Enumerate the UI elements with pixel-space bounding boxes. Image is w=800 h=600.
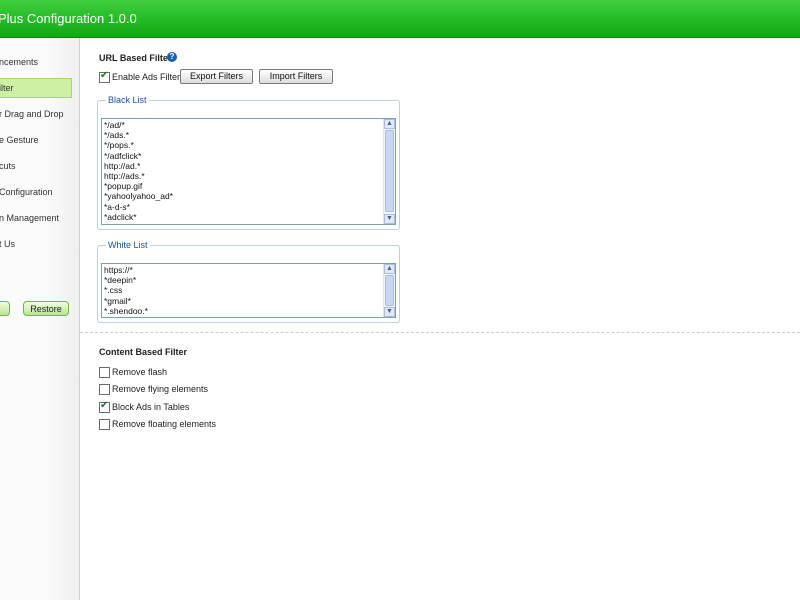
enable-ads-filter-label: Enable Ads Filter <box>112 72 181 82</box>
restore-button[interactable]: Restore <box>23 301 69 316</box>
remove-floating-elements-label: Remove floating elements <box>112 419 217 429</box>
export-filters-button[interactable]: Export Filters <box>180 69 253 84</box>
section-divider <box>80 332 800 333</box>
scroll-thumb[interactable] <box>385 130 394 212</box>
main-panel: URL Based Filter ? ✔ Enable Ads Filter E… <box>80 38 800 600</box>
checkbox-box[interactable]: ✔ <box>99 70 110 83</box>
checkbox-box[interactable] <box>99 367 110 378</box>
list-item[interactable]: http://ad.* <box>104 161 173 171</box>
sidebar-item-label: t Us <box>0 239 16 249</box>
sidebar-item-label: Configuration <box>0 187 53 197</box>
white-list-title: White List <box>106 240 150 250</box>
checkbox-box[interactable] <box>99 419 110 430</box>
list-item[interactable]: */pops.* <box>104 140 173 150</box>
black-list-items: */ad/* */ads.* */pops.* */adfclick* http://a… <box>104 120 173 222</box>
list-item[interactable]: *yahoolyahoo_ad* <box>104 191 173 201</box>
url-filter-title: URL Based Filter <box>99 53 172 63</box>
list-item[interactable]: http://ads.* <box>104 171 173 181</box>
title-bar: Plus Configuration 1.0.0 <box>0 0 800 38</box>
list-item[interactable]: *a-d-s* <box>104 202 173 212</box>
white-list-scrollbar[interactable]: ▲ ▼ <box>383 264 395 317</box>
scroll-up-icon[interactable]: ▲ <box>384 119 395 129</box>
remove-floating-elements-checkbox[interactable]: Remove floating elements <box>99 419 249 431</box>
block-ads-in-tables-label: Block Ads in Tables <box>112 402 190 412</box>
question-icon[interactable]: ? <box>167 52 177 62</box>
scroll-down-icon[interactable]: ▼ <box>384 214 395 224</box>
content-filter-title: Content Based Filter <box>99 347 188 357</box>
list-item[interactable]: */ads.* <box>104 130 173 140</box>
checkbox-box[interactable] <box>99 384 110 395</box>
black-list-title: Black List <box>106 95 149 105</box>
sidebar-item-enhancements[interactable]: ncements <box>0 52 72 72</box>
enable-ads-filter-checkbox[interactable]: ✔ Enable Ads Filter <box>99 70 181 84</box>
sidebar-item-label: ncements <box>0 57 39 67</box>
white-list-group: White List https://* *deepin* *.css *gmail*… <box>97 240 400 323</box>
sidebar-item-ads-filter[interactable]: ilter <box>0 78 72 98</box>
list-item[interactable]: */ad/* <box>104 120 173 130</box>
sidebar: ncements ilter r Drag and Drop e Gesture… <box>0 38 80 600</box>
sidebar-item-label: r Drag and Drop <box>0 109 64 119</box>
list-item[interactable]: https://* <box>104 265 148 275</box>
white-list-box[interactable]: https://* *deepin* *.css *gmail* *.shendoo.*… <box>101 263 396 318</box>
sidebar-item-configuration[interactable]: Configuration <box>0 182 72 202</box>
black-list-scrollbar[interactable]: ▲ ▼ <box>383 119 395 224</box>
black-list-box[interactable]: */ad/* */ads.* */pops.* */adfclick* http://a… <box>101 118 396 225</box>
list-item[interactable]: *adclick* <box>104 212 173 222</box>
white-list-items: https://* *deepin* *.css *gmail* *.shendoo.* <box>104 265 148 316</box>
scroll-thumb[interactable] <box>385 275 394 306</box>
checkmark-icon: ✔ <box>100 400 109 411</box>
remove-flash-label: Remove flash <box>112 367 168 377</box>
window-title: Plus Configuration 1.0.0 <box>0 11 137 26</box>
sidebar-item-about-us[interactable]: t Us <box>0 234 72 254</box>
list-item[interactable]: *.css <box>104 285 148 295</box>
sidebar-item-shortcuts[interactable]: cuts <box>0 156 72 176</box>
sidebar-item-label: ilter <box>0 83 14 93</box>
remove-flying-elements-checkbox[interactable]: Remove flying elements <box>99 384 249 396</box>
sidebar-item-label: n Management <box>0 213 60 223</box>
sidebar-item-mouse-gesture[interactable]: e Gesture <box>0 130 72 150</box>
black-list-group: Black List */ad/* */ads.* */pops.* */adfcli… <box>97 95 400 230</box>
sidebar-item-label: cuts <box>0 161 16 171</box>
list-item[interactable]: *gmail* <box>104 296 148 306</box>
import-filters-button[interactable]: Import Filters <box>259 69 333 84</box>
checkbox-box[interactable]: ✔ <box>99 400 110 413</box>
checkmark-icon: ✔ <box>100 70 109 81</box>
block-ads-in-tables-checkbox[interactable]: ✔ Block Ads in Tables <box>99 400 249 414</box>
save-button[interactable] <box>0 301 10 316</box>
list-item[interactable]: *popup.gif <box>104 181 173 191</box>
list-item[interactable]: */adfclick* <box>104 151 173 161</box>
sidebar-item-management[interactable]: n Management <box>0 208 72 228</box>
remove-flash-checkbox[interactable]: Remove flash <box>99 367 249 379</box>
sidebar-item-drag-and-drop[interactable]: r Drag and Drop <box>0 104 72 124</box>
sidebar-item-label: e Gesture <box>0 135 39 145</box>
scroll-down-icon[interactable]: ▼ <box>384 307 395 317</box>
list-item[interactable]: *deepin* <box>104 275 148 285</box>
remove-flying-elements-label: Remove flying elements <box>112 384 209 394</box>
list-item[interactable]: *.shendoo.* <box>104 306 148 316</box>
scroll-up-icon[interactable]: ▲ <box>384 264 395 274</box>
